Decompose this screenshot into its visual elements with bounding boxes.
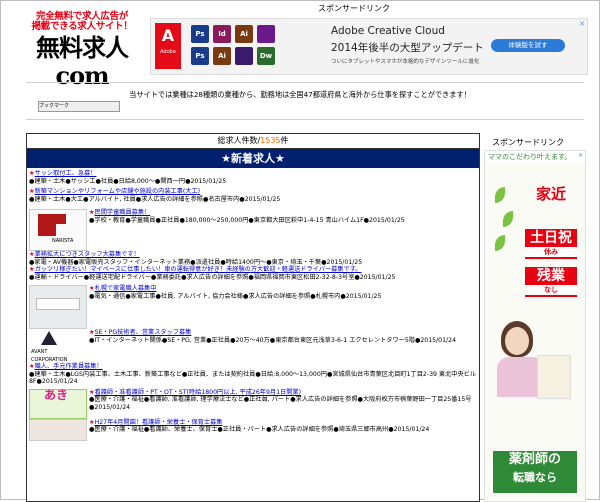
job-title-link[interactable]: 職人、手元作業員募集！ <box>35 363 103 370</box>
job-entry: ★札幌で家電職人募集中 ●電気・通信●家電工事●社員, アルバイト, 協力会社様… <box>27 285 479 329</box>
job-count-row: 総求人件数/1535件 <box>27 134 479 149</box>
job-details: ●IT・インターネット関係●SE・PG, 営業●正社員●20万〜40万●東京都台… <box>89 336 457 344</box>
sidebar-line-1: 家近 <box>535 185 566 203</box>
job-details: ●医療・介護・福祉●看護師, 准看護師, 理学療法士など●正社員, パート●求人… <box>89 396 472 411</box>
divider-mid <box>26 119 584 120</box>
job-details: ●学校・教育●学童職員●正社員●180,000〜250,000円●東京都大田区萩… <box>89 216 405 224</box>
logo-tagline-2: 掲載できる求人サイト！ <box>31 21 133 32</box>
adobe-brand: Adobe <box>160 49 176 55</box>
ad-trial-button[interactable]: 体験版を試す <box>491 39 565 52</box>
count-unit: 件 <box>280 136 289 145</box>
app-icon-5: Ps <box>191 47 209 65</box>
ad-subtitle: 2014年後半の大型アップデート <box>331 42 484 54</box>
app-icon-8: Dw <box>257 47 275 65</box>
adobe-ad-banner[interactable]: A Adobe Ps Id Ai Ps Ai Dw Adobe Creative… <box>150 18 588 75</box>
site-logo[interactable]: 完全無料で求人広告が 掲載できる求人サイト！ 無料求人com <box>26 12 138 90</box>
job-entry: NARISTA ★民間学童職員募集！ ●学校・教育●学童職員●正社員●180,0… <box>27 209 479 251</box>
job-details: ●家電・AV機器●家電販売スタッフ・インターネット業務●派遣社員●時給1400円… <box>29 258 363 266</box>
ad-title: Adobe Creative Cloud <box>331 25 445 37</box>
sidebar-bottom-banner: 薬剤師の 転職なら <box>493 451 577 493</box>
ad-close-icon[interactable]: ✕ <box>579 20 585 28</box>
job-thumbnail[interactable] <box>29 418 87 441</box>
count-label: 総求人件数/ <box>217 136 261 145</box>
sidebar-line-2-sub: 休み <box>525 247 577 257</box>
job-entry: ★業務拡大につきスタッフ大募集です！ ●家電・AV機器●家電販売スタッフ・インタ… <box>27 251 479 266</box>
sidebar-ad[interactable]: ママのこだわり叶えます。 ✕ 家近 土日祝 休み 残業 なし 薬剤師の 転職なら <box>484 150 586 502</box>
sponsor-label-top: スポンサードリンク <box>318 4 390 13</box>
job-thumbnail[interactable]: あき <box>29 387 87 419</box>
job-title-link[interactable]: 民間学童職員募集！ <box>95 209 151 216</box>
app-icon-1: Ps <box>191 25 209 43</box>
job-entry: ★職人、手元作業員募集！ ●建築・土木●LGS内装工事、土木工事、新築工事など●… <box>27 363 479 386</box>
job-entry: ★H27年4月開園！看護師・栄養士・保育士募集 ●医療・介護・福祉●看護師、栄養… <box>27 418 479 441</box>
job-entry: AVANT CORPORATION ★SE・PG技術者、営業スタッフ募集 ●IT… <box>27 329 479 363</box>
job-details: ●建築・土木●LGS内装工事、土木工事、新築工事など●正社員、または契約社員●日… <box>29 370 477 386</box>
job-entry: ★サッシ取付工、急募！ ●建築・土木●サッシ工●社員●日給8,000〜●関西一円… <box>27 170 479 185</box>
job-thumbnail[interactable]: AVANT CORPORATION <box>29 329 85 363</box>
sidebar-photo <box>491 301 573 401</box>
job-list-panel: 総求人件数/1535件 ★新着求人★ ★サッシ取付工、急募！ ●建築・土木●サッ… <box>26 133 480 502</box>
sidebar-bottom-1: 薬剤師の <box>508 452 561 467</box>
job-thumbnail[interactable]: NARISTA <box>29 209 87 251</box>
job-details: ●建築・土木●大工●アルバイト, 社員●求人広告の詳細を参照●名古屋市内●201… <box>29 195 281 203</box>
ad-small-text: ついにタブレットやスマホが本格的なデザインツールに進化 <box>331 59 480 65</box>
sidebar-line-2: 土日祝 <box>530 230 572 246</box>
job-details: ●医療・介護・福祉●看護師、栄養士、保育士●正社員・パート●求人広告の詳細を参照… <box>89 426 430 433</box>
job-title-link[interactable]: サッシ取付工、急募！ <box>35 170 97 177</box>
sidebar-ad-top: ママのこだわり叶えます。 <box>485 151 585 163</box>
adobe-logo: A Adobe <box>155 23 181 69</box>
count-value: 1535 <box>260 136 281 145</box>
leaf-icon <box>503 211 513 227</box>
job-details: ●運輸・ドライバー●軽運送宅配ドライバー●業務委託●求人広告の詳細を参照●福岡県… <box>29 273 396 281</box>
leaf-icon <box>495 187 505 203</box>
thumb-caption: あき <box>44 387 69 402</box>
app-icon-4 <box>257 25 275 43</box>
leaf-icon <box>495 235 505 251</box>
app-icon-6: Ai <box>213 47 231 65</box>
job-details: ●電気・通信●家電工事●社員, アルバイト, 協力会社様●求人広告の詳細を参照●… <box>89 292 382 300</box>
job-details: ●建築・土木●サッシ工●社員●日給8,000〜●関西一円●2015/01/25 <box>29 177 227 185</box>
job-title-link[interactable]: 業務拡大につきスタッフ大募集です！ <box>35 251 140 258</box>
new-jobs-heading: ★新着求人★ <box>27 149 479 168</box>
sidebar-bottom-2: 転職なら <box>513 471 557 484</box>
aircon-icon <box>36 298 80 310</box>
job-title-link[interactable]: ガッツリ稼ぎたい！マイペースに仕事したい！車の運転得意が好き！未経験の方大歓迎・… <box>35 266 362 273</box>
app-icon-3: Ai <box>235 25 253 43</box>
ad-close-icon[interactable]: ✕ <box>578 152 583 159</box>
bookmark-label: ブックマーク <box>39 103 70 109</box>
job-title-link[interactable]: 看護師・准看護師・PT・OT・ST(時給1800円以上, 平成26年9月1日開業… <box>95 389 301 396</box>
job-title-link[interactable]: 札幌で家電職人募集中 <box>95 285 157 292</box>
job-title-link[interactable]: 新築マンションやリフォームや店舗や施設の内装工事(大工) <box>35 188 201 195</box>
job-entry: ★ガッツリ稼ぎたい！マイペースに仕事したい！車の運転得意が好き！未経験の方大歓迎… <box>27 266 479 281</box>
sidebar-line-2-box: 土日祝 休み <box>525 229 577 259</box>
bookmark-button[interactable]: ブックマーク <box>38 101 120 112</box>
job-entry: ★新築マンションやリフォームや店舗や施設の内装工事(大工) ●建築・土木●大工●… <box>27 188 479 203</box>
sponsor-label-side: スポンサードリンク <box>492 138 564 147</box>
adobe-a-icon: A <box>161 26 175 45</box>
job-title-link[interactable]: SE・PG技術者、営業スタッフ募集 <box>95 329 192 336</box>
divider-top <box>26 82 584 83</box>
ad-app-icons: Ps Id Ai Ps Ai Dw <box>191 23 325 69</box>
thumb-caption: AVANT CORPORATION <box>31 349 68 363</box>
site-description: 当サイトでは業種は28種類の業種から、勤務地は全国47都道府県と海外から仕事を探… <box>129 90 471 99</box>
sidebar-line-3-sub: なし <box>525 285 577 295</box>
job-thumbnail[interactable] <box>29 285 87 329</box>
job-entry: あき ★看護師・准看護師・PT・OT・ST(時給1800円以上, 平成26年9月… <box>27 387 479 419</box>
avant-logo-icon <box>41 331 57 345</box>
sidebar-line-3-box: 残業 なし <box>525 267 577 297</box>
job-title-link[interactable]: H27年4月開園！看護師・栄養士・保育士募集 <box>95 419 223 426</box>
app-icon-2: Id <box>213 25 231 43</box>
sidebar-line-3: 残業 <box>537 268 565 284</box>
thumb-caption: NARISTA <box>52 238 74 244</box>
app-icon-7 <box>235 47 253 65</box>
